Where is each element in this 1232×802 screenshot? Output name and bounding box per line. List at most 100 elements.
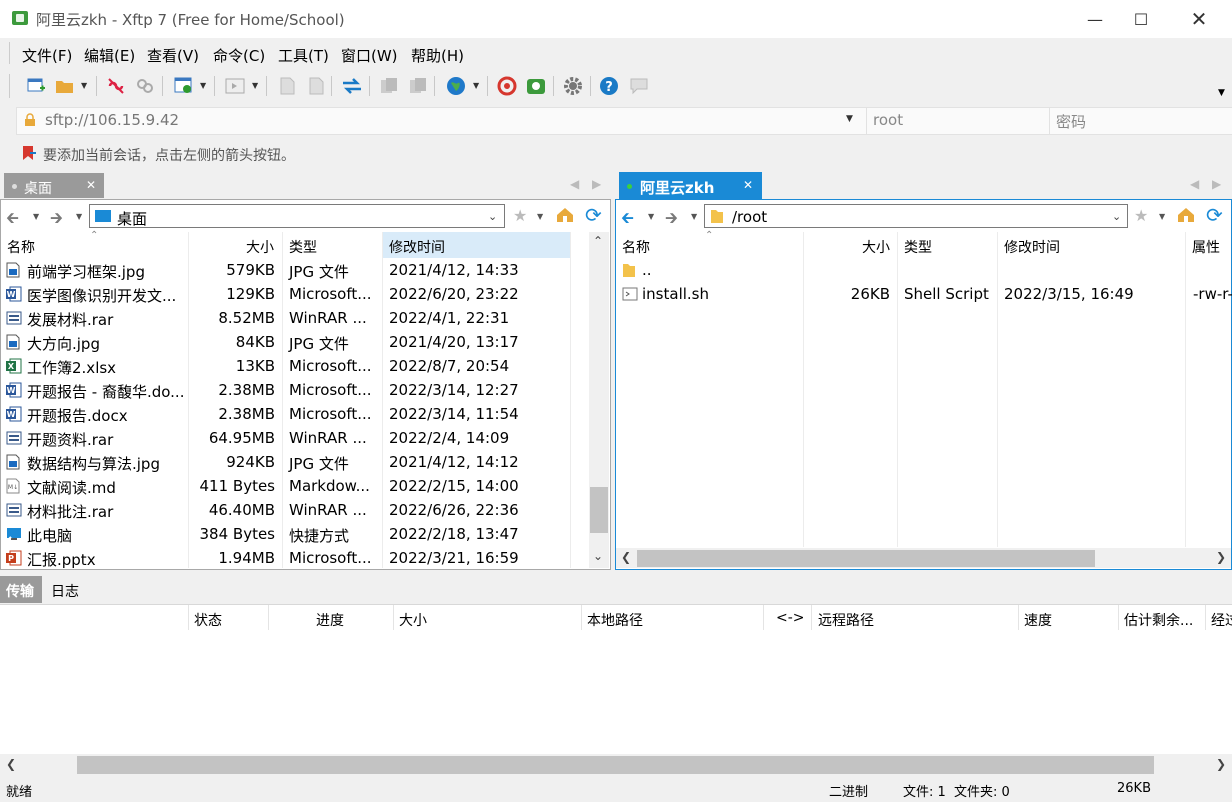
terminal-icon[interactable] <box>224 75 246 97</box>
bookmark-dropdown-icon[interactable]: ▼ <box>537 212 543 221</box>
header-name[interactable]: 名称 <box>622 237 650 257</box>
scroll-down-icon[interactable]: ⌄ <box>593 549 603 563</box>
header-progress[interactable]: 进度 <box>316 610 344 630</box>
header-status[interactable]: 状态 <box>194 610 222 630</box>
menu-help[interactable]: 帮助(H) <box>411 45 464 66</box>
header-type[interactable]: 类型 <box>289 237 317 257</box>
new-session-icon[interactable] <box>25 75 47 97</box>
forward-icon[interactable]: 🡲 <box>50 207 63 234</box>
table-row[interactable]: W 医学图像识别开发文... 129KB Microsoft... 2022/6/20,… <box>0 282 570 306</box>
disconnect-icon[interactable] <box>105 75 127 97</box>
download-icon[interactable] <box>305 75 327 97</box>
menu-edit[interactable]: 编辑(E) <box>84 45 135 66</box>
remote-path-field[interactable] <box>704 204 1128 228</box>
bookmark-dropdown-icon[interactable]: ▼ <box>1159 212 1165 221</box>
minimize-button[interactable]: — <box>1072 0 1118 38</box>
header-elapsed[interactable]: 经过 <box>1211 610 1232 630</box>
scroll-left-icon[interactable]: ❮ <box>6 757 16 771</box>
path-dropdown-icon[interactable]: ⌄ <box>488 210 497 223</box>
chat-icon[interactable] <box>628 75 650 97</box>
back-dropdown-icon[interactable]: ▼ <box>33 212 39 221</box>
tab-scroll-left-icon[interactable]: ◀ <box>570 177 579 191</box>
table-row[interactable]: 大方向.jpg 84KB JPG 文件 2021/4/20, 13:17 <box>0 330 570 354</box>
scroll-right-icon[interactable]: ❯ <box>1216 757 1226 771</box>
upload-icon[interactable] <box>276 75 298 97</box>
table-row[interactable]: install.sh 26KB Shell Script 2022/3/15, 16:… <box>616 282 1232 306</box>
maximize-button[interactable]: ☐ <box>1118 0 1164 38</box>
scroll-up-icon[interactable]: ⌃ <box>593 234 603 248</box>
back-dropdown-icon[interactable]: ▼ <box>648 212 654 221</box>
header-local-path[interactable]: 本地路径 <box>587 610 643 630</box>
tab-scroll-left-icon[interactable]: ◀ <box>1190 177 1199 191</box>
gear-icon[interactable] <box>562 75 584 97</box>
globe-icon[interactable] <box>445 75 467 97</box>
table-row[interactable]: 开题资料.rar 64.95MB WinRAR ... 2022/2/4, 14:09 <box>0 426 570 450</box>
table-row[interactable]: P 汇报.pptx 1.94MB Microsoft... 2022/3/21, 16:… <box>0 546 570 570</box>
header-direction[interactable]: <-> <box>776 610 805 626</box>
header-size[interactable]: 大小 <box>246 237 274 257</box>
copy-icon[interactable] <box>378 75 400 97</box>
open-dropdown-icon[interactable]: ▼ <box>81 81 87 90</box>
host-field[interactable]: sftp://106.15.9.42 <box>45 111 179 129</box>
table-row[interactable]: M↓ 文献阅读.md 411 Bytes Markdow... 2022/2/15, 1… <box>0 474 570 498</box>
table-row[interactable]: 数据结构与算法.jpg 924KB JPG 文件 2021/4/12, 14:12 <box>0 450 570 474</box>
table-row[interactable]: 发展材料.rar 8.52MB WinRAR ... 2022/4/1, 22:31 <box>0 306 570 330</box>
terminal-dropdown-icon[interactable]: ▼ <box>252 81 258 90</box>
menu-window[interactable]: 窗口(W) <box>341 45 398 66</box>
refresh-icon[interactable]: ⟳ <box>585 203 602 227</box>
properties-dropdown-icon[interactable]: ▼ <box>200 81 206 90</box>
back-icon[interactable]: 🡰 <box>6 207 19 234</box>
close-tab-icon[interactable]: ✕ <box>86 178 96 192</box>
header-name[interactable]: 名称 <box>7 237 35 257</box>
table-row[interactable]: 此电脑 384 Bytes 快捷方式 2022/2/18, 13:47 <box>0 522 570 546</box>
forward-dropdown-icon[interactable]: ▼ <box>691 212 697 221</box>
sync-transfer-icon[interactable] <box>341 75 363 97</box>
local-scroll-thumb[interactable] <box>590 487 608 533</box>
reconnect-icon[interactable] <box>134 75 156 97</box>
bookmark-arrow-icon[interactable] <box>21 145 36 160</box>
table-row[interactable]: 材料批注.rar 46.40MB WinRAR ... 2022/6/26, 22:3… <box>0 498 570 522</box>
header-size[interactable]: 大小 <box>862 237 890 257</box>
transfer-mode[interactable]: 二进制 <box>829 781 868 800</box>
encoding-dropdown-icon[interactable]: ▼ <box>473 81 479 90</box>
table-row[interactable]: W 开题报告 - 裔馥华.do... 2.38MB Microsoft... 2022/… <box>0 378 570 402</box>
forward-icon[interactable]: 🡲 <box>665 207 678 234</box>
close-tab-icon[interactable]: ✕ <box>743 178 753 192</box>
back-icon[interactable]: 🡰 <box>621 207 634 234</box>
home-icon[interactable] <box>1177 207 1195 227</box>
menu-command[interactable]: 命令(C) <box>213 45 265 66</box>
session-properties-icon[interactable] <box>173 75 195 97</box>
scroll-left-icon[interactable]: ❮ <box>621 550 631 564</box>
header-modified[interactable]: 修改时间 <box>1004 237 1060 257</box>
xftp-icon[interactable] <box>525 75 547 97</box>
close-button[interactable]: ✕ <box>1176 0 1222 38</box>
help-icon[interactable]: ? <box>598 75 620 97</box>
bookmark-star-icon[interactable]: ★ <box>513 206 527 225</box>
header-remaining[interactable]: 估计剩余... <box>1124 610 1193 630</box>
tab-scroll-right-icon[interactable]: ▶ <box>1212 177 1221 191</box>
tab-scroll-right-icon[interactable]: ▶ <box>592 177 601 191</box>
xshell-icon[interactable] <box>496 75 518 97</box>
table-row[interactable]: W 开题报告.docx 2.38MB Microsoft... 2022/3/14, 1… <box>0 402 570 426</box>
local-path-field[interactable] <box>89 204 505 228</box>
header-remote-path[interactable]: 远程路径 <box>818 610 874 630</box>
forward-dropdown-icon[interactable]: ▼ <box>76 212 82 221</box>
tab-log[interactable]: 日志 <box>51 581 79 601</box>
host-dropdown-icon[interactable]: ▼ <box>846 114 853 124</box>
refresh-icon[interactable]: ⟳ <box>1206 203 1223 227</box>
table-row[interactable]: .. <box>616 258 1231 282</box>
header-attributes[interactable]: 属性 <box>1192 237 1220 257</box>
header-speed[interactable]: 速度 <box>1024 610 1052 630</box>
transfer-h-scroll-thumb[interactable] <box>77 756 1154 774</box>
path-dropdown-icon[interactable]: ⌄ <box>1112 210 1121 223</box>
bookmark-star-icon[interactable]: ★ <box>1134 206 1148 225</box>
paste-icon[interactable] <box>407 75 429 97</box>
home-icon[interactable] <box>556 207 574 227</box>
header-modified[interactable]: 修改时间 <box>389 237 445 257</box>
remote-h-scroll-thumb[interactable] <box>637 550 1095 567</box>
menu-view[interactable]: 查看(V) <box>147 45 199 66</box>
open-folder-icon[interactable] <box>54 75 76 97</box>
table-row[interactable]: X 工作簿2.xlsx 13KB Microsoft... 2022/8/7, 20:5… <box>0 354 570 378</box>
menu-tools[interactable]: 工具(T) <box>278 45 329 66</box>
menu-file[interactable]: 文件(F) <box>22 45 72 66</box>
